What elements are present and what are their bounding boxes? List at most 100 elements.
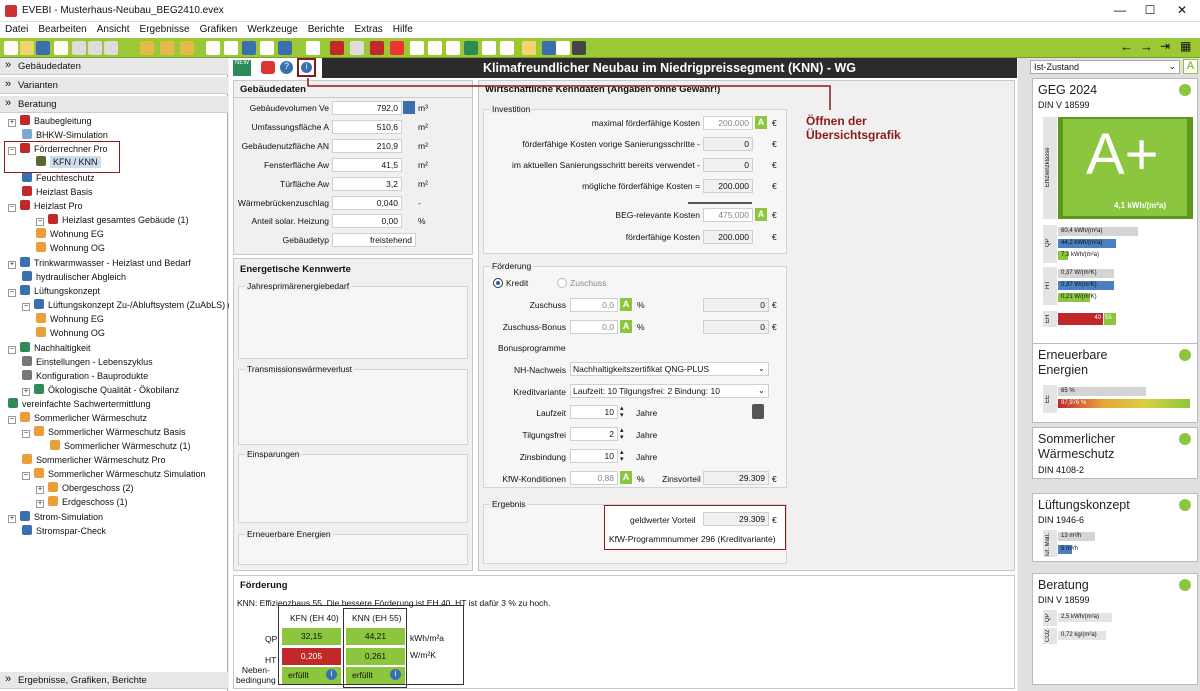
bonus-input[interactable]: 0,0	[570, 320, 618, 334]
menu-ergebnisse[interactable]: Ergebnisse	[135, 22, 195, 35]
sum-icon[interactable]	[242, 41, 256, 55]
refresh-icon[interactable]	[180, 41, 194, 55]
kfw-a-button[interactable]: A	[620, 471, 632, 484]
save-icon[interactable]	[36, 41, 50, 55]
sommerlicher-card[interactable]: Sommerlicher Wärmeschutz DIN 4108-2	[1032, 427, 1198, 479]
zuschuss-radio[interactable]	[557, 278, 567, 288]
nh-select[interactable]: Nachhaltigkeitszertifikat QNG-PLUS	[570, 362, 769, 376]
grid-icon[interactable]	[278, 41, 292, 55]
invest-a-button[interactable]: A	[755, 208, 767, 221]
video-icon[interactable]	[261, 61, 275, 74]
minimize-icon[interactable]: —	[1110, 3, 1130, 17]
zins-spinner[interactable]: ▴ ▾	[620, 449, 624, 463]
tree-item-heizlast-basis[interactable]: Heizlast Basis	[22, 186, 93, 197]
geb-row-value[interactable]: freistehend	[332, 233, 416, 247]
invest-value[interactable]: 475.000	[703, 208, 753, 222]
document-icon[interactable]	[306, 41, 320, 55]
tree-item-oekobilanz[interactable]: + Ökologische Qualität - Ökobilanz	[22, 384, 179, 396]
tilgung-input[interactable]: 2	[570, 427, 618, 441]
kredit-radio[interactable]	[493, 278, 503, 288]
tree-item-feuchteschutz[interactable]: Feuchteschutz	[22, 172, 95, 183]
tree-item-somm-1[interactable]: Sommerlicher Wärmeschutz (1)	[50, 440, 191, 451]
kfw-input[interactable]: 0,88	[570, 471, 618, 485]
collapse-icon[interactable]: ⇥	[1160, 39, 1170, 53]
laufzeit-spinner[interactable]: ▴ ▾	[620, 405, 624, 419]
info-icon[interactable]: i	[326, 669, 337, 680]
bonus-a-button[interactable]: A	[620, 320, 632, 333]
menu-datei[interactable]: Datei	[0, 22, 33, 35]
grid-view-icon[interactable]: ▦	[1180, 39, 1191, 53]
menu-extras[interactable]: Extras	[349, 22, 387, 35]
tree-item-stromspar[interactable]: Stromspar-Check	[22, 525, 106, 536]
invest-a-button[interactable]: A	[755, 116, 767, 129]
section-beratung[interactable]: Beratung	[0, 96, 228, 113]
zuschuss-input[interactable]: 0,0	[570, 298, 618, 312]
menu-berichte[interactable]: Berichte	[303, 22, 350, 35]
undo-icon[interactable]	[140, 41, 154, 55]
tree-item-trinkwarmwasser[interactable]: + Trinkwarmwasser - Heizlast und Bedarf	[8, 257, 191, 269]
overview-graphic-button[interactable]: i	[297, 58, 316, 77]
a-button[interactable]: A	[1183, 59, 1198, 74]
record-icon[interactable]	[390, 41, 404, 55]
tree-item-wohnung-og[interactable]: Wohnung OG	[36, 242, 105, 253]
new-file-icon[interactable]	[4, 41, 18, 55]
window-icon[interactable]	[500, 41, 514, 55]
geb-row-value[interactable]: 0,040	[332, 196, 402, 210]
sheet-icon[interactable]	[410, 41, 424, 55]
menu-werkzeuge[interactable]: Werkzeuge	[242, 22, 302, 35]
open-folder-icon[interactable]	[20, 41, 34, 55]
lueftung-card[interactable]: Lüftungskonzept DIN 1946-6 luf. Maß. 13 …	[1032, 493, 1198, 562]
laufzeit-input[interactable]: 10	[570, 405, 618, 419]
tree-item-lueft-og[interactable]: Wohnung OG	[36, 327, 105, 338]
tree-item-strom-simulation[interactable]: + Strom-Simulation	[8, 511, 103, 523]
tree-item-hydraulischer-abgleich[interactable]: hydraulischer Abgleich	[22, 271, 126, 282]
leaf-icon[interactable]	[464, 41, 478, 55]
state-dropdown[interactable]: Ist-Zustand ⌄	[1030, 60, 1180, 74]
tree-item-wohnung-eg[interactable]: Wohnung EG	[36, 228, 104, 239]
image-icon[interactable]	[542, 41, 556, 55]
menu-grafiken[interactable]: Grafiken	[195, 22, 243, 35]
menu-ansicht[interactable]: Ansicht	[92, 22, 135, 35]
paste-icon[interactable]	[104, 41, 118, 55]
arrow-right-icon[interactable]: →	[1140, 39, 1153, 54]
help-icon[interactable]: ?	[280, 61, 293, 74]
geb-row-value[interactable]: 3,2	[332, 177, 402, 191]
cut-icon[interactable]	[72, 41, 86, 55]
copy-icon[interactable]	[88, 41, 102, 55]
menu-hilfe[interactable]: Hilfe	[388, 22, 418, 35]
geb-row-value[interactable]: 41,5	[332, 158, 402, 172]
tree-item-erdgeschoss[interactable]: + Erdgeschoss (1)	[36, 496, 128, 508]
maximize-icon[interactable]: ☐	[1140, 3, 1160, 17]
house-icon[interactable]	[446, 41, 460, 55]
list-icon[interactable]	[224, 41, 238, 55]
tool-icon[interactable]	[350, 41, 364, 55]
tree-item-somm-sim[interactable]: − Sommerlicher Wärmeschutz Simulation	[22, 468, 206, 480]
graph-icon[interactable]	[556, 41, 570, 55]
info-icon[interactable]: i	[390, 669, 401, 680]
tree-item-sommerlicher[interactable]: − Sommerlicher Wärmeschutz	[8, 412, 147, 424]
kv-select[interactable]: Laufzeit: 10 Tilgungsfrei: 2 Bindung: 10	[570, 384, 769, 398]
new-xml-icon[interactable]: NEW	[233, 60, 251, 76]
invest-value[interactable]: 200.000	[703, 116, 753, 130]
tree-item-somm-basis[interactable]: − Sommerlicher Wärmeschutz Basis	[22, 426, 186, 438]
tree-item-baubegleitung[interactable]: + Baubegleitung	[8, 115, 92, 127]
print-icon[interactable]	[54, 41, 68, 55]
calculator-icon[interactable]	[752, 404, 764, 419]
close-icon[interactable]: ✕	[1172, 3, 1192, 17]
zins-input[interactable]: 10	[570, 449, 618, 463]
calculator-icon[interactable]	[572, 41, 586, 55]
tree-item-lebenszyklus[interactable]: Einstellungen - Lebenszyklus	[22, 356, 153, 367]
tree-item-somm-pro[interactable]: Sommerlicher Wärmeschutz Pro	[22, 454, 166, 465]
report-icon[interactable]	[206, 41, 220, 55]
hat-icon[interactable]	[330, 41, 344, 55]
tree-item-obergeschoss[interactable]: + Obergeschoss (2)	[36, 482, 134, 494]
menu-bearbeiten[interactable]: Bearbeiten	[33, 22, 91, 35]
section-gebaeudedaten[interactable]: Gebäudedaten	[0, 58, 228, 75]
tree-item-heizlast-gesamt[interactable]: − Heizlast gesamtes Gebäude (1)	[36, 214, 189, 226]
geb-row-value[interactable]: 510,6	[332, 120, 402, 134]
erneuerbare-card[interactable]: Erneuerbare Energien EE 65 % 97,976 %	[1032, 343, 1198, 423]
tree-item-lueft-eg[interactable]: Wohnung EG	[36, 313, 104, 324]
tree-item-bauprodukte[interactable]: Konfiguration - Bauprodukte	[22, 370, 148, 381]
tree-item-bhkw[interactable]: BHKW-Simulation	[22, 129, 108, 140]
tree-item-nachhaltigkeit[interactable]: − Nachhaltigkeit	[8, 342, 91, 354]
